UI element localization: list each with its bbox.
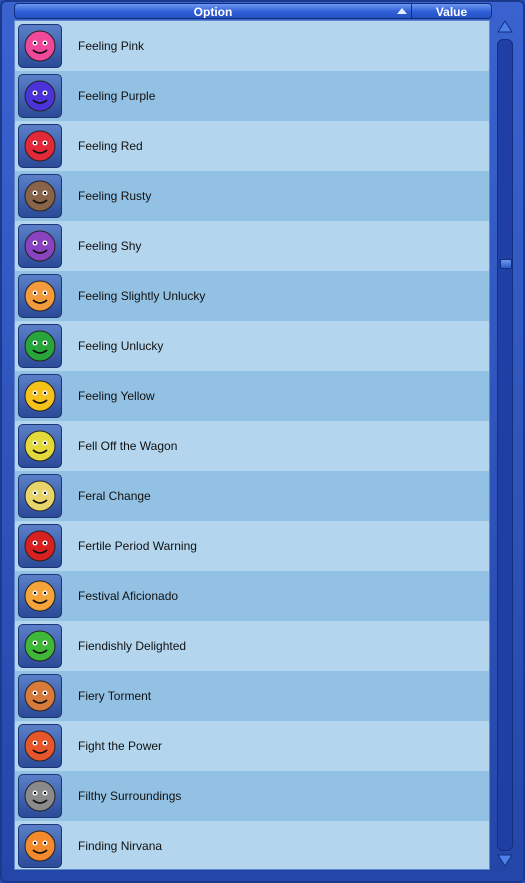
list-item-label: Feeling Yellow (78, 389, 155, 403)
options-list: Feeling Pink Feeling Purple Feeling Red Fee… (14, 20, 490, 870)
fire-figure-icon (18, 674, 62, 718)
scroll-up-arrow-icon (497, 20, 513, 33)
serene-face-icon (18, 824, 62, 868)
list-item[interactable]: Feeling Purple (15, 71, 489, 121)
list-item-label: Feeling Purple (78, 89, 156, 103)
list-item[interactable]: Feral Change (15, 471, 489, 521)
scroll-down-button[interactable] (497, 853, 513, 867)
list-item[interactable]: Fiendishly Delighted (15, 621, 489, 671)
scrollbar-track[interactable] (497, 39, 513, 851)
clover-cross-icon (18, 324, 62, 368)
list-item-label: Festival Aficionado (78, 589, 179, 603)
scroll-up-button[interactable] (497, 20, 513, 34)
list-item-label: Feeling Unlucky (78, 339, 164, 353)
moon-beast-icon (18, 474, 62, 518)
purple-face-icon (18, 74, 62, 118)
list-item[interactable]: Feeling Shy (15, 221, 489, 271)
list-item-label: Finding Nirvana (78, 839, 163, 853)
list-item-label: Filthy Surroundings (78, 789, 182, 803)
list-item[interactable]: Feeling Slightly Unlucky (15, 271, 489, 321)
list-item[interactable]: Feeling Yellow (15, 371, 489, 421)
list-item-label: Feeling Slightly Unlucky (78, 289, 206, 303)
list-item[interactable]: Feeling Rusty (15, 171, 489, 221)
value-header-label: Value (435, 5, 468, 19)
list-item[interactable]: Fell Off the Wagon (15, 421, 489, 471)
fallen-figure-icon (18, 424, 62, 468)
green-fiend-face-icon (18, 624, 62, 668)
list-item[interactable]: Filthy Surroundings (15, 771, 489, 821)
list-item[interactable]: Feeling Pink (15, 21, 489, 71)
yellow-face-icon (18, 374, 62, 418)
list-item-label: Feeling Rusty (78, 189, 152, 203)
festival-mask-icon (18, 574, 62, 618)
option-header-label: Option (193, 5, 233, 19)
list-item-label: Feeling Shy (78, 239, 142, 253)
list-item-label: Fell Off the Wagon (78, 439, 178, 453)
list-item-label: Feeling Pink (78, 39, 145, 53)
list-item[interactable]: Fertile Period Warning (15, 521, 489, 571)
sort-ascending-icon[interactable] (397, 8, 407, 14)
raised-fist-icon (18, 724, 62, 768)
list-item[interactable]: Festival Aficionado (15, 571, 489, 621)
red-face-icon (18, 124, 62, 168)
list-item-label: Fiery Torment (78, 689, 152, 703)
list-item[interactable]: Feeling Red (15, 121, 489, 171)
list-item-label: Fertile Period Warning (78, 539, 197, 553)
list-item[interactable]: Finding Nirvana (15, 821, 489, 869)
list-item-label: Fiendishly Delighted (78, 639, 187, 653)
list-item[interactable]: Feeling Unlucky (15, 321, 489, 371)
scroll-down-arrow-icon (497, 854, 513, 867)
list-item[interactable]: Fiery Torment (15, 671, 489, 721)
scrollbar-thumb[interactable] (500, 259, 512, 269)
list-item[interactable]: Fight the Power (15, 721, 489, 771)
shy-face-icon (18, 224, 62, 268)
pink-face-icon (18, 24, 62, 68)
list-item-label: Feeling Red (78, 139, 143, 153)
unlucky-face-icon (18, 274, 62, 318)
option-column-header[interactable]: Option (15, 4, 412, 18)
list-header: Option Value (14, 3, 492, 19)
list-item-label: Fight the Power (78, 739, 163, 753)
trash-can-icon (18, 774, 62, 818)
list-item-label: Feral Change (78, 489, 151, 503)
rusty-robot-face-icon (18, 174, 62, 218)
value-column-header[interactable]: Value (412, 4, 491, 18)
warning-figure-icon (18, 524, 62, 568)
